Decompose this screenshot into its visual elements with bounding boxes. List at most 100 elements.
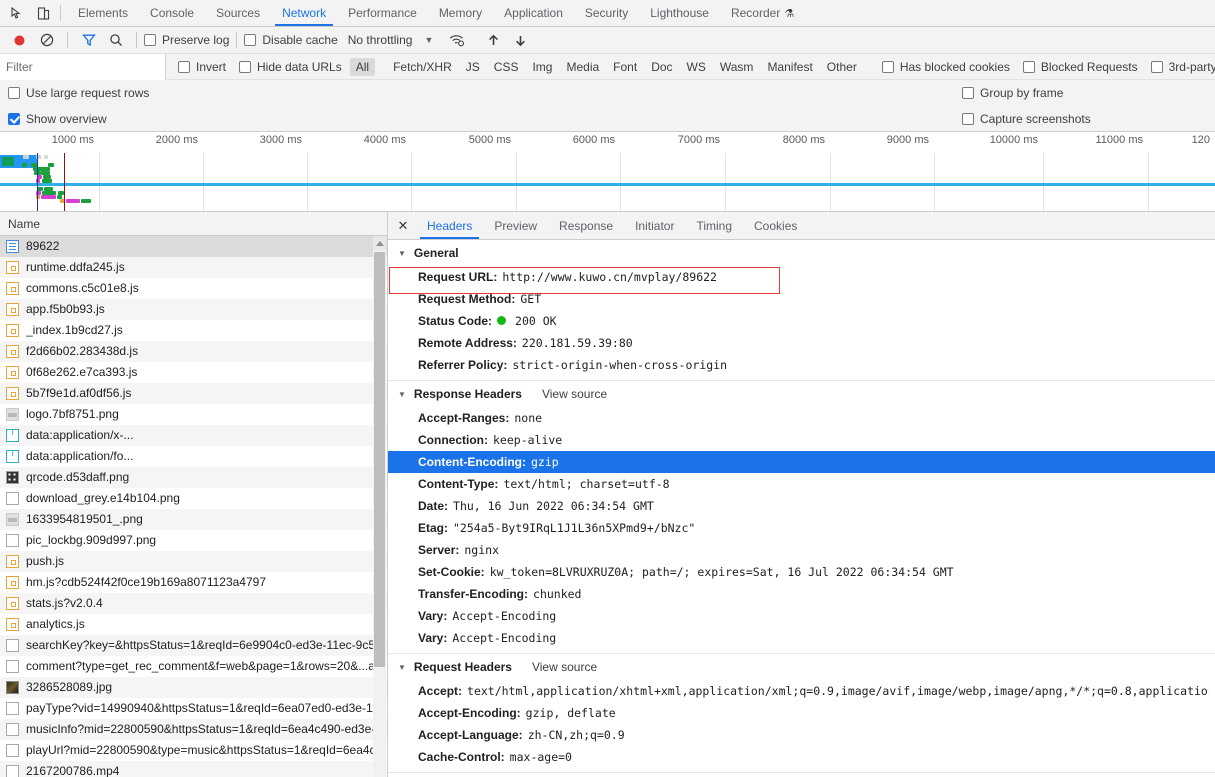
close-icon[interactable]: ✕: [390, 212, 416, 239]
request-row[interactable]: payType?vid=14990940&httpsStatus=1&reqId…: [0, 698, 387, 719]
request-row[interactable]: _index.1b9cd27.js: [0, 320, 387, 341]
filter-type-other[interactable]: Other: [821, 58, 863, 76]
request-row[interactable]: 2167200786.mp4: [0, 761, 387, 777]
general-section-title[interactable]: ▼ General: [388, 240, 1215, 266]
group-by-frame-checkbox[interactable]: Group by frame: [962, 86, 1063, 100]
scrollbar-thumb[interactable]: [374, 252, 385, 667]
request-row[interactable]: analytics.js: [0, 614, 387, 635]
header-row[interactable]: Accept: text/html,application/xhtml+xml,a…: [388, 680, 1215, 702]
filter-type-fetch-xhr[interactable]: Fetch/XHR: [387, 58, 458, 76]
tab-console[interactable]: Console: [139, 0, 205, 26]
request-row[interactable]: commons.c5c01e8.js: [0, 278, 387, 299]
header-row[interactable]: Etag: "254a5-Byt9IRqL1J1L36n5XPmd9+/bNzc": [388, 517, 1215, 539]
export-har-icon[interactable]: [507, 27, 534, 53]
request-row[interactable]: download_grey.e14b104.png: [0, 488, 387, 509]
request-row[interactable]: data:application/fo...: [0, 446, 387, 467]
header-row[interactable]: Cache-Control: max-age=0: [388, 746, 1215, 768]
search-icon[interactable]: [102, 27, 129, 53]
tab-initiator[interactable]: Initiator: [624, 212, 685, 239]
request-row[interactable]: 1633954819501_.png: [0, 509, 387, 530]
filter-type-js[interactable]: JS: [460, 58, 486, 76]
device-toolbar-icon[interactable]: [30, 0, 56, 26]
header-row[interactable]: Accept-Encoding: gzip, deflate: [388, 702, 1215, 724]
request-row[interactable]: 0f68e262.e7ca393.js: [0, 362, 387, 383]
filter-input[interactable]: [0, 53, 166, 80]
header-row[interactable]: Accept-Language: zh-CN,zh;q=0.9: [388, 724, 1215, 746]
header-row[interactable]: Vary: Accept-Encoding: [388, 605, 1215, 627]
request-row[interactable]: logo.7bf8751.png: [0, 404, 387, 425]
tab-response[interactable]: Response: [548, 212, 624, 239]
invert-checkbox[interactable]: Invert: [178, 60, 226, 74]
chevron-down-icon[interactable]: ▼: [398, 663, 406, 672]
request-list-scrollbar[interactable]: [373, 236, 386, 777]
blocked-requests-checkbox[interactable]: Blocked Requests: [1022, 60, 1138, 74]
preserve-log-checkbox[interactable]: Preserve log: [144, 33, 229, 47]
filter-type-ws[interactable]: WS: [681, 58, 712, 76]
request-row[interactable]: f2d66b02.283438d.js: [0, 341, 387, 362]
tab-memory[interactable]: Memory: [428, 0, 493, 26]
network-conditions-icon[interactable]: [443, 27, 470, 53]
filter-funnel-icon[interactable]: [75, 27, 102, 53]
request-rows[interactable]: 89622 runtime.ddfa245.js commons.c5c01e8.j…: [0, 236, 387, 777]
tab-headers[interactable]: Headers: [416, 212, 483, 239]
header-row[interactable]: Accept-Ranges: none: [388, 407, 1215, 429]
tab-network[interactable]: Network: [271, 0, 337, 26]
header-row[interactable]: Content-Encoding: gzip: [388, 451, 1215, 473]
header-row[interactable]: Request Method: GET: [388, 288, 1215, 310]
tab-performance[interactable]: Performance: [337, 0, 428, 26]
scroll-up-arrow-icon[interactable]: [373, 236, 386, 250]
filter-type-wasm[interactable]: Wasm: [714, 58, 760, 76]
request-row[interactable]: hm.js?cdb524f42f0ce19b169a8071123a4797: [0, 572, 387, 593]
header-row[interactable]: Referrer Policy: strict-origin-when-cross…: [388, 354, 1215, 376]
use-large-rows-checkbox[interactable]: Use large request rows: [8, 86, 149, 100]
hide-data-urls-checkbox[interactable]: Hide data URLs: [239, 60, 342, 74]
show-overview-checkbox[interactable]: Show overview: [8, 112, 107, 126]
filter-type-media[interactable]: Media: [560, 58, 605, 76]
request-row[interactable]: searchKey?key=&httpsStatus=1&reqId=6e990…: [0, 635, 387, 656]
tab-timing[interactable]: Timing: [685, 212, 743, 239]
filter-type-manifest[interactable]: Manifest: [761, 58, 818, 76]
filter-type-all[interactable]: All: [349, 57, 376, 76]
import-har-icon[interactable]: [480, 27, 507, 53]
request-row[interactable]: app.f5b0b93.js: [0, 299, 387, 320]
tab-recorder[interactable]: Recorder ⚗: [720, 0, 805, 26]
request-row[interactable]: push.js: [0, 551, 387, 572]
clear-button[interactable]: [33, 27, 60, 53]
header-row[interactable]: Status Code: 200 OK: [388, 310, 1215, 332]
filter-type-doc[interactable]: Doc: [645, 58, 678, 76]
view-source-link[interactable]: View source: [532, 660, 597, 674]
tab-sources[interactable]: Sources: [205, 0, 271, 26]
list-column-header[interactable]: Name: [0, 212, 387, 236]
tab-application[interactable]: Application: [493, 0, 574, 26]
chevron-down-icon[interactable]: ▼: [424, 35, 433, 45]
view-source-link[interactable]: View source: [542, 387, 607, 401]
header-row[interactable]: Remote Address: 220.181.59.39:80: [388, 332, 1215, 354]
inspect-element-icon[interactable]: [4, 0, 30, 26]
network-overview-timeline[interactable]: 1000 ms 2000 ms 3000 ms 4000 ms 5000 ms …: [0, 132, 1215, 212]
header-row[interactable]: Vary: Accept-Encoding: [388, 627, 1215, 649]
header-row[interactable]: Request URL: http://www.kuwo.cn/mvplay/89…: [388, 266, 1215, 288]
request-row[interactable]: stats.js?v2.0.4: [0, 593, 387, 614]
tab-elements[interactable]: Elements: [67, 0, 139, 26]
request-row[interactable]: 3286528089.jpg: [0, 677, 387, 698]
tab-security[interactable]: Security: [574, 0, 639, 26]
request-row[interactable]: playUrl?mid=22800590&type=music&httpsSta…: [0, 740, 387, 761]
request-row[interactable]: runtime.ddfa245.js: [0, 257, 387, 278]
record-button[interactable]: [6, 27, 33, 53]
tab-cookies[interactable]: Cookies: [743, 212, 808, 239]
tab-lighthouse[interactable]: Lighthouse: [639, 0, 720, 26]
tab-preview[interactable]: Preview: [483, 212, 548, 239]
third-party-requests-checkbox[interactable]: 3rd-party requests: [1150, 60, 1215, 74]
response-headers-section-title[interactable]: ▼ Response Headers View source: [388, 381, 1215, 407]
throttling-select[interactable]: No throttling: [348, 33, 413, 47]
chevron-down-icon[interactable]: ▼: [398, 390, 406, 399]
request-row[interactable]: comment?type=get_rec_comment&f=web&page=…: [0, 656, 387, 677]
request-row[interactable]: pic_lockbg.909d997.png: [0, 530, 387, 551]
request-row[interactable]: 5b7f9e1d.af0df56.js: [0, 383, 387, 404]
header-row[interactable]: Set-Cookie: kw_token=8LVRUXRUZ0A; path=/;…: [388, 561, 1215, 583]
header-row[interactable]: Server: nginx: [388, 539, 1215, 561]
request-row[interactable]: musicInfo?mid=22800590&httpsStatus=1&req…: [0, 719, 387, 740]
header-row[interactable]: Transfer-Encoding: chunked: [388, 583, 1215, 605]
filter-type-css[interactable]: CSS: [488, 58, 525, 76]
header-row[interactable]: Content-Type: text/html; charset=utf-8: [388, 473, 1215, 495]
